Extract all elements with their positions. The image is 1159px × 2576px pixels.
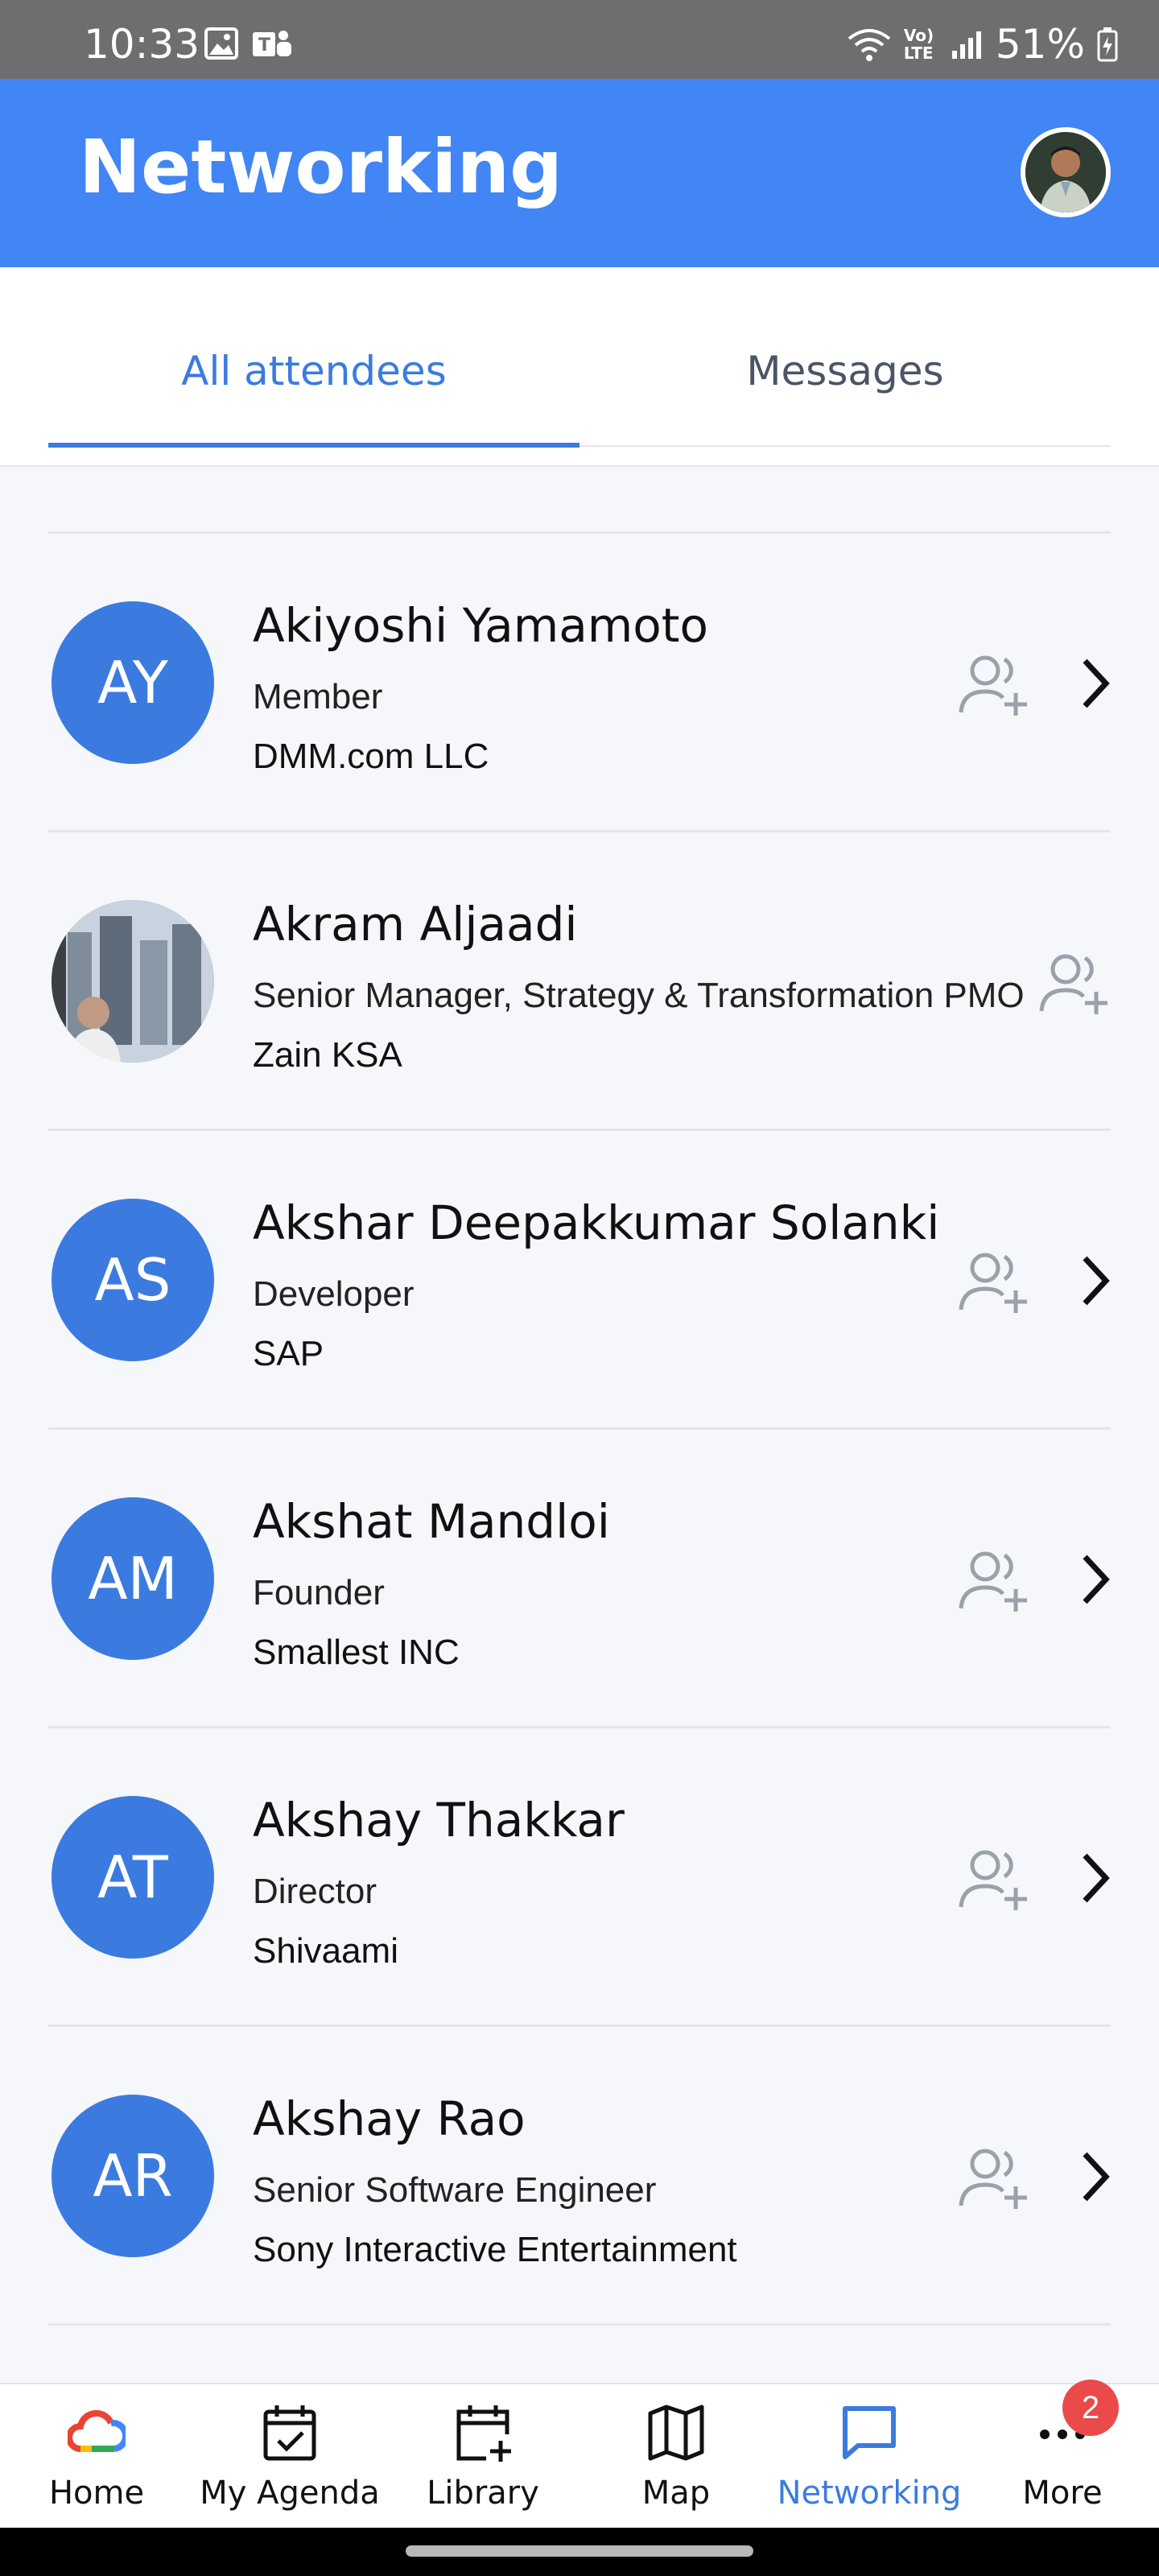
attendee-company: SAP	[253, 1334, 324, 1373]
attendee-name: Akram Aljaadi	[253, 897, 578, 952]
chevron-right-icon[interactable]	[1070, 1252, 1119, 1310]
tab-divider	[580, 445, 1111, 447]
avatar	[52, 900, 214, 1063]
attendee-title: Senior Manager, Strategy & Transformatio…	[253, 976, 1025, 1015]
calendar-add-icon	[456, 2405, 511, 2462]
teams-icon: T	[253, 31, 291, 56]
add-contact-icon[interactable]	[956, 646, 1030, 720]
nav-networking[interactable]: Networking	[773, 2384, 966, 2529]
signal-icon	[951, 31, 981, 59]
attendee-name: Akshar Deepakkumar Solanki	[253, 1195, 940, 1250]
nav-home[interactable]: Home	[0, 2384, 193, 2529]
add-contact-icon[interactable]	[956, 1841, 1030, 1915]
add-contact-icon[interactable]	[956, 2140, 1030, 2214]
notification-icons: T	[204, 27, 293, 61]
notification-badge: 2	[1062, 2380, 1119, 2436]
svg-text:T: T	[258, 35, 270, 56]
nav-label: Library	[427, 2475, 539, 2512]
avatar: AS	[52, 1199, 214, 1361]
attendee-name: Akshay Thakkar	[253, 1793, 625, 1847]
attendee-company: Smallest INC	[253, 1633, 460, 1672]
avatar: AY	[52, 601, 214, 764]
add-contact-icon[interactable]	[1037, 945, 1111, 1019]
nav-label: Map	[641, 2475, 711, 2512]
attendee-title: Senior Software Engineer	[253, 2170, 657, 2210]
list-item[interactable]: AR Akshay Rao Senior Software Engineer S…	[0, 2027, 1159, 2325]
chevron-right-icon[interactable]	[1070, 1550, 1119, 1608]
list-item[interactable]: AT Akshay Thakkar Director Shivaami	[0, 1728, 1159, 2026]
nav-label: Networking	[777, 2475, 962, 2512]
battery-percent: 51%	[995, 21, 1085, 68]
network-type: Vo) LTE	[903, 26, 934, 63]
google-cloud-icon	[68, 2409, 126, 2452]
bottom-navigation: Home My Agenda Library Map Networking Mo…	[0, 2383, 1159, 2528]
list-item[interactable]: Akram Aljaadi Senior Manager, Strategy &…	[0, 832, 1159, 1130]
battery-charging-icon	[1097, 27, 1118, 62]
chevron-right-icon[interactable]	[1070, 2148, 1119, 2206]
chat-icon	[843, 2406, 896, 2459]
nav-label: Home	[48, 2475, 145, 2512]
attendee-company: Sony Interactive Entertainment	[253, 2230, 737, 2269]
tab-all-attendees[interactable]: All attendees	[48, 348, 580, 394]
chevron-right-icon[interactable]	[1070, 1849, 1119, 1907]
profile-avatar[interactable]	[1021, 127, 1111, 217]
nav-label: My Agenda	[200, 2475, 380, 2512]
attendee-name: Akshay Rao	[253, 2091, 526, 2146]
tab-messages[interactable]: Messages	[580, 348, 1111, 394]
status-bar: 10:33 T Vo) LTE 51%	[0, 0, 1159, 79]
system-navigation	[0, 2528, 1159, 2576]
add-contact-icon[interactable]	[956, 1542, 1030, 1616]
page-title: Networking	[79, 124, 563, 210]
nav-map[interactable]: Map	[580, 2384, 773, 2529]
active-tab-indicator	[48, 443, 580, 448]
attendee-title: Founder	[253, 1573, 385, 1612]
attendee-title: Member	[253, 677, 383, 716]
avatar: AM	[52, 1497, 214, 1660]
tab-bar: All attendees Messages	[0, 267, 1159, 467]
add-contact-icon[interactable]	[956, 1244, 1030, 1318]
attendee-title: Director	[253, 1872, 377, 1911]
status-time: 10:33	[84, 21, 200, 68]
attendee-title: Developer	[253, 1274, 415, 1314]
avatar: AT	[52, 1796, 214, 1959]
profile-photo-icon	[1025, 132, 1106, 213]
nav-label: More	[1022, 2475, 1103, 2512]
map-icon	[648, 2405, 704, 2461]
calendar-check-icon	[263, 2405, 316, 2461]
attendee-company: Zain KSA	[253, 1035, 402, 1075]
nav-my-agenda[interactable]: My Agenda	[193, 2384, 386, 2529]
avatar: AR	[52, 2095, 214, 2257]
list-item[interactable]: AY Akiyoshi Yamamoto Member DMM.com LLC	[0, 534, 1159, 832]
nav-library[interactable]: Library	[386, 2384, 580, 2529]
attendee-company: DMM.com LLC	[253, 737, 489, 776]
attendee-name: Akiyoshi Yamamoto	[253, 598, 708, 653]
gallery-icon	[204, 27, 238, 60]
list-item[interactable]: AM Akshat Mandloi Founder Smallest INC	[0, 1430, 1159, 1728]
attendee-list[interactable]: AY Akiyoshi Yamamoto Member DMM.com LLC …	[0, 467, 1159, 2383]
attendee-name: Akshat Mandloi	[253, 1494, 610, 1549]
system-status: Vo) LTE 51%	[846, 21, 1119, 68]
app-bar: Networking	[0, 79, 1159, 267]
home-gesture-bar[interactable]	[406, 2545, 753, 2557]
chevron-right-icon[interactable]	[1070, 654, 1119, 712]
wifi-icon	[848, 29, 891, 61]
attendee-company: Shivaami	[253, 1931, 398, 1971]
attendee-photo-icon	[52, 900, 214, 1063]
list-divider	[48, 2323, 1111, 2326]
list-item[interactable]: AS Akshar Deepakkumar Solanki Developer …	[0, 1131, 1159, 1429]
